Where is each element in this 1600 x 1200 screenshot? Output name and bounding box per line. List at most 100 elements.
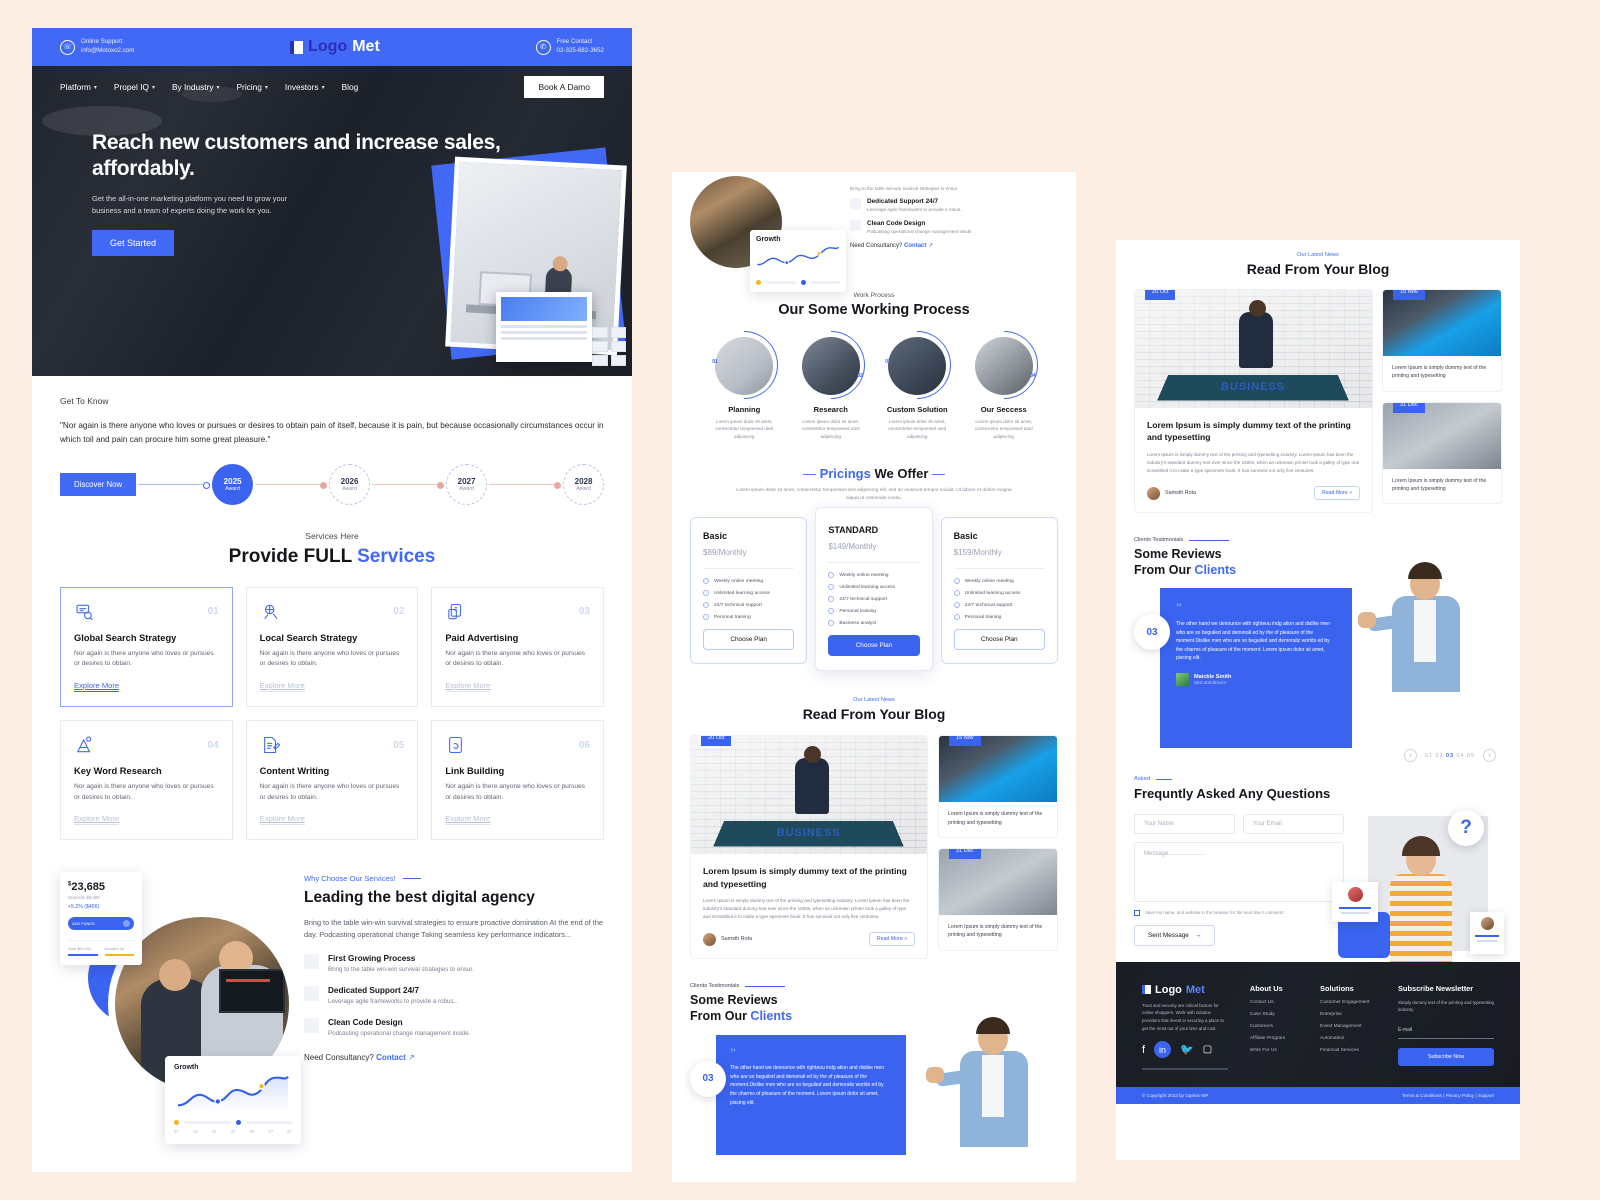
explore-more-link[interactable]: Explore More: [259, 814, 305, 826]
timeline-node-2027[interactable]: 2027 Award: [446, 463, 488, 505]
footer-link-enterprise[interactable]: Enterprise: [1320, 1012, 1376, 1017]
slider-handle-yellow[interactable]: [174, 1120, 179, 1126]
explore-more-link[interactable]: Explore More: [445, 681, 491, 693]
nav-item-blog[interactable]: Blog: [342, 82, 359, 92]
page-number-active[interactable]: 03: [1446, 753, 1454, 759]
your-email-input[interactable]: Your Email: [1242, 813, 1344, 834]
page-number[interactable]: 02: [1436, 753, 1444, 759]
stats-card: $23,685 Deposits $6,000 +5.2% ($456) ADD…: [60, 872, 142, 966]
pricing-plan-standard-149[interactable]: STANDARD $149/Monthly Weekly online meet…: [815, 507, 933, 672]
slider-track[interactable]: [184, 1121, 231, 1125]
your-name-input[interactable]: Your Name: [1134, 813, 1235, 834]
sent-message-button[interactable]: Sent Message →: [1134, 924, 1216, 946]
footer-link-write-for-us[interactable]: Write For Us: [1250, 1048, 1298, 1053]
online-support-block[interactable]: ☏ Online Support info@Motoxo2.com: [60, 38, 134, 56]
prev-arrow-icon[interactable]: ‹: [1404, 749, 1417, 763]
slider-handle-blue[interactable]: [800, 280, 806, 285]
footer-logo[interactable]: Logo Met: [1142, 984, 1228, 996]
pricing-plan-basic-89[interactable]: Basic $89/Monthly Weekly online meeting …: [690, 517, 808, 665]
twitter-icon[interactable]: 🐦: [1180, 1043, 1194, 1056]
legal-links[interactable]: Terms & Conditions | Privacy Policy | Su…: [1402, 1093, 1494, 1098]
site-logo[interactable]: Logo Met: [290, 38, 380, 56]
contact-link[interactable]: Contact: [376, 1053, 406, 1062]
card-number: 05: [393, 739, 405, 751]
growth-line-chart: [177, 1076, 289, 1112]
read-more-button[interactable]: Read More »: [1314, 486, 1360, 500]
newsletter-email-input[interactable]: E-mail: [1398, 1023, 1494, 1039]
service-card-content-writing[interactable]: 05 Content Writing Nor again is there an…: [245, 720, 419, 841]
service-card-local-search-strategy[interactable]: 02 Local Search Strategy Nor again is th…: [245, 586, 419, 708]
timeline-node-2026[interactable]: 2026 Award: [329, 463, 371, 505]
message-textarea[interactable]: Message.....................: [1134, 841, 1344, 902]
blog-card-main[interactable]: BUSINESS 20 Oct Lorem Ipsum is simply du…: [1134, 289, 1373, 513]
timeline-node-2025[interactable]: 2025 Award: [212, 463, 254, 505]
pagination-numbers[interactable]: 01 02 03 04 05: [1425, 753, 1475, 759]
slider-track[interactable]: [810, 281, 840, 284]
nav-item-propel-iq[interactable]: Propel IQ ▾: [114, 82, 155, 92]
explore-more-link[interactable]: Explore More: [445, 814, 491, 826]
blog-card-side-15-nov[interactable]: 15 Nov Lorem Ipsum is simply dummy text …: [1382, 289, 1502, 392]
choose-plan-button[interactable]: Choose Plan: [953, 629, 1045, 651]
contact-link[interactable]: Contact: [904, 243, 926, 249]
nav-item-platform[interactable]: Platform ▾: [60, 82, 97, 92]
explore-more-link[interactable]: Explore More: [74, 681, 120, 693]
footer-link-case-study[interactable]: Case Study: [1250, 1012, 1298, 1017]
slider-track[interactable]: [245, 1121, 292, 1125]
instagram-icon[interactable]: ▢: [1203, 1044, 1212, 1055]
get-started-button[interactable]: Get Started: [92, 230, 175, 257]
footer-link-affiliate-program[interactable]: Affiliate Program: [1250, 1036, 1298, 1041]
growth-sliders[interactable]: [756, 280, 840, 285]
subscribe-now-button[interactable]: Subscribe Now: [1398, 1047, 1494, 1066]
pricing-plan-basic-159[interactable]: Basic $159/Monthly Weekly online meeting…: [940, 517, 1058, 665]
slider-handle-blue[interactable]: [235, 1120, 241, 1126]
process-step-planning[interactable]: 01 Planning Lorem ipsum dolor sit amet, …: [704, 334, 785, 440]
service-card-link-building[interactable]: 06 Link Building Nor again is there anyo…: [431, 720, 604, 841]
choose-plan-button[interactable]: Choose Plan: [828, 635, 920, 657]
page-number[interactable]: 01: [1425, 753, 1433, 759]
process-step-research[interactable]: 02 Research Lorem ipsum dolor sit amet, …: [791, 334, 872, 440]
checkbox-icon[interactable]: [1134, 909, 1140, 916]
blog-card-side-15-nov[interactable]: 15 Nov Lorem Ipsum is simply dummy text …: [938, 735, 1058, 838]
footer-link-automation[interactable]: Automation: [1320, 1036, 1376, 1041]
growth-sliders[interactable]: [174, 1120, 292, 1126]
nav-item-pricing[interactable]: Pricing ▾: [237, 82, 268, 92]
blog-card-side-31-dec[interactable]: 31 Dec Lorem Ipsum is simply dummy text …: [1382, 401, 1502, 505]
blog-side-column: 15 Nov Lorem Ipsum is simply dummy text …: [1382, 289, 1502, 513]
page-number[interactable]: 05: [1467, 753, 1475, 759]
person-hair-shape: [976, 1016, 1010, 1034]
card-header: 03: [445, 602, 590, 622]
service-card-key-word-research[interactable]: 04 Key Word Research Nor again is there …: [60, 720, 233, 841]
explore-more-link[interactable]: Explore More: [259, 681, 305, 693]
book-a-demo-button[interactable]: Book A Damo: [524, 76, 604, 98]
free-contact-block[interactable]: ✆ Free Contact 02-325-682-3652: [535, 38, 604, 56]
nav-item-investors[interactable]: Investors ▾: [285, 82, 325, 92]
discover-now-button[interactable]: Discover Now: [60, 472, 137, 496]
page-number[interactable]: 04: [1457, 753, 1465, 759]
nav-item-by-industry[interactable]: By Industry ▾: [172, 82, 220, 92]
duration-block: Duration 4y: [104, 947, 134, 957]
nav-label: Investors: [284, 82, 319, 92]
footer-link-event-management[interactable]: Event Management: [1320, 1024, 1376, 1029]
choose-plan-button[interactable]: Choose Plan: [703, 629, 795, 651]
process-step-our-seccess[interactable]: 04 Our Seccess Lorem ipsum dolor sit ame…: [964, 334, 1045, 440]
blog-card-main[interactable]: BUSINESS 20 Oct Lorem Ipsum is simply du…: [690, 735, 928, 960]
explore-more-link[interactable]: Explore More: [74, 814, 120, 826]
footer-divider: [1142, 1068, 1228, 1071]
read-more-button[interactable]: Read More »: [869, 932, 915, 947]
footer-link-financial-services[interactable]: Financial Services: [1320, 1048, 1376, 1053]
linkedin-icon[interactable]: in: [1154, 1041, 1172, 1059]
footer-link-customers[interactable]: Customers: [1250, 1024, 1298, 1029]
blog-card-side-31-dec[interactable]: 31 Dec Lorem Ipsum is simply dummy text …: [938, 847, 1058, 951]
slider-track[interactable]: [766, 281, 796, 284]
process-step-custom-solution[interactable]: 03 Custom Solution Lorem ipsum dolor sit…: [877, 334, 958, 440]
add-funds-button[interactable]: ADD FUNDS: [68, 917, 134, 931]
slider-handle-yellow[interactable]: [756, 280, 761, 285]
blog-image: 31 Dec: [1383, 402, 1501, 469]
timeline-node-2028[interactable]: 2028 Award: [563, 463, 605, 505]
footer-link-contact-us[interactable]: Contact Us: [1250, 1000, 1298, 1005]
service-card-global-search-strategy[interactable]: 01 Global Search Strategy Nor again is t…: [60, 586, 233, 708]
facebook-icon[interactable]: f: [1142, 1044, 1145, 1056]
next-arrow-icon[interactable]: ›: [1483, 749, 1496, 763]
footer-link-customer-engagement[interactable]: Customer Engagement: [1320, 1000, 1376, 1005]
service-card-paid-advertising[interactable]: 03 Paid Advertising Nor again is there a…: [431, 586, 604, 708]
